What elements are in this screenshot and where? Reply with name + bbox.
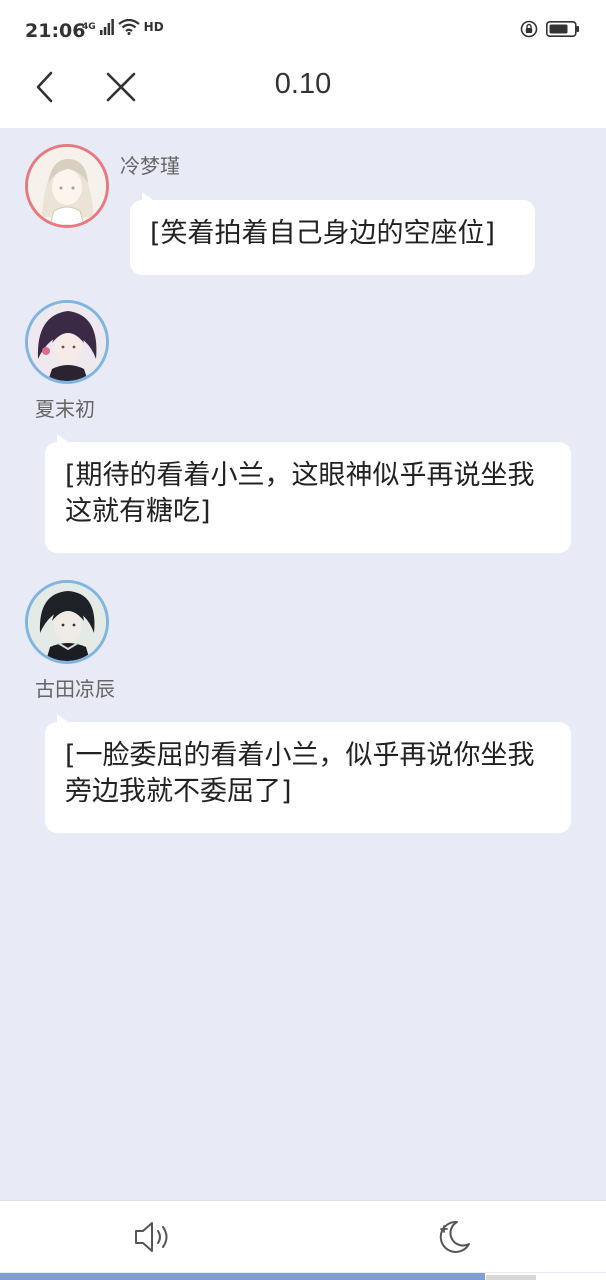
message-text: [期待的看着小兰，这眼神似乎再说坐我这就有糖吃] [65,460,535,527]
speaker-icon [135,1222,168,1252]
message-bubble: [一脸委屈的看着小兰，似乎再说你坐我旁边我就不委屈了] [45,714,571,833]
moon-icon [439,1220,470,1253]
battery-icon [546,21,579,37]
avatar-girl-portrait-icon [28,147,106,225]
hd-label: HD [143,20,164,34]
night-mode-button[interactable] [434,1217,474,1257]
status-icons-left: 4G HD [82,19,164,35]
status-bar: 21:06 4G HD [0,0,606,60]
avatar-gutian-liangchen[interactable] [25,580,109,664]
sound-button[interactable] [130,1217,174,1257]
message-text: [一脸委屈的看着小兰，似乎再说你坐我旁边我就不委屈了] [65,740,535,807]
progress-remaining [486,1275,536,1280]
title-bar: 0.10 [0,60,606,128]
avatar-dark-hair-boy-icon [28,303,106,381]
avatar-black-hair-boy-icon [28,583,106,661]
page-title: 0.10 [274,68,332,100]
message-bubble: [期待的看着小兰，这眼神似乎再说坐我这就有糖吃] [45,434,571,553]
bottom-toolbar [0,1200,606,1272]
progress-fill [0,1273,485,1280]
speaker-name: 古田凉辰 [35,677,115,701]
message-text: [笑着拍着自己身边的空座位] [150,218,496,249]
avatar-leng-mengjin[interactable] [25,144,109,228]
wifi-icon [117,19,140,35]
status-icons-right [520,20,580,38]
rotation-lock-icon [520,20,538,38]
speaker-name: 冷梦瑾 [120,154,180,178]
message-bubble: [笑着拍着自己身边的空座位] [130,192,535,275]
speaker-name: 夏末初 [35,397,95,421]
chat-area: 冷梦瑾 [笑着拍着自己身边的空座位] 夏末初 [期待的看着小兰，这眼神似乎再说坐… [0,128,606,1200]
avatar-xia-mochu[interactable] [25,300,109,384]
signal-icon [99,19,114,35]
status-time: 21:06 [25,20,86,42]
reading-progress-bar[interactable] [0,1273,606,1280]
network-label: 4G [82,21,96,32]
